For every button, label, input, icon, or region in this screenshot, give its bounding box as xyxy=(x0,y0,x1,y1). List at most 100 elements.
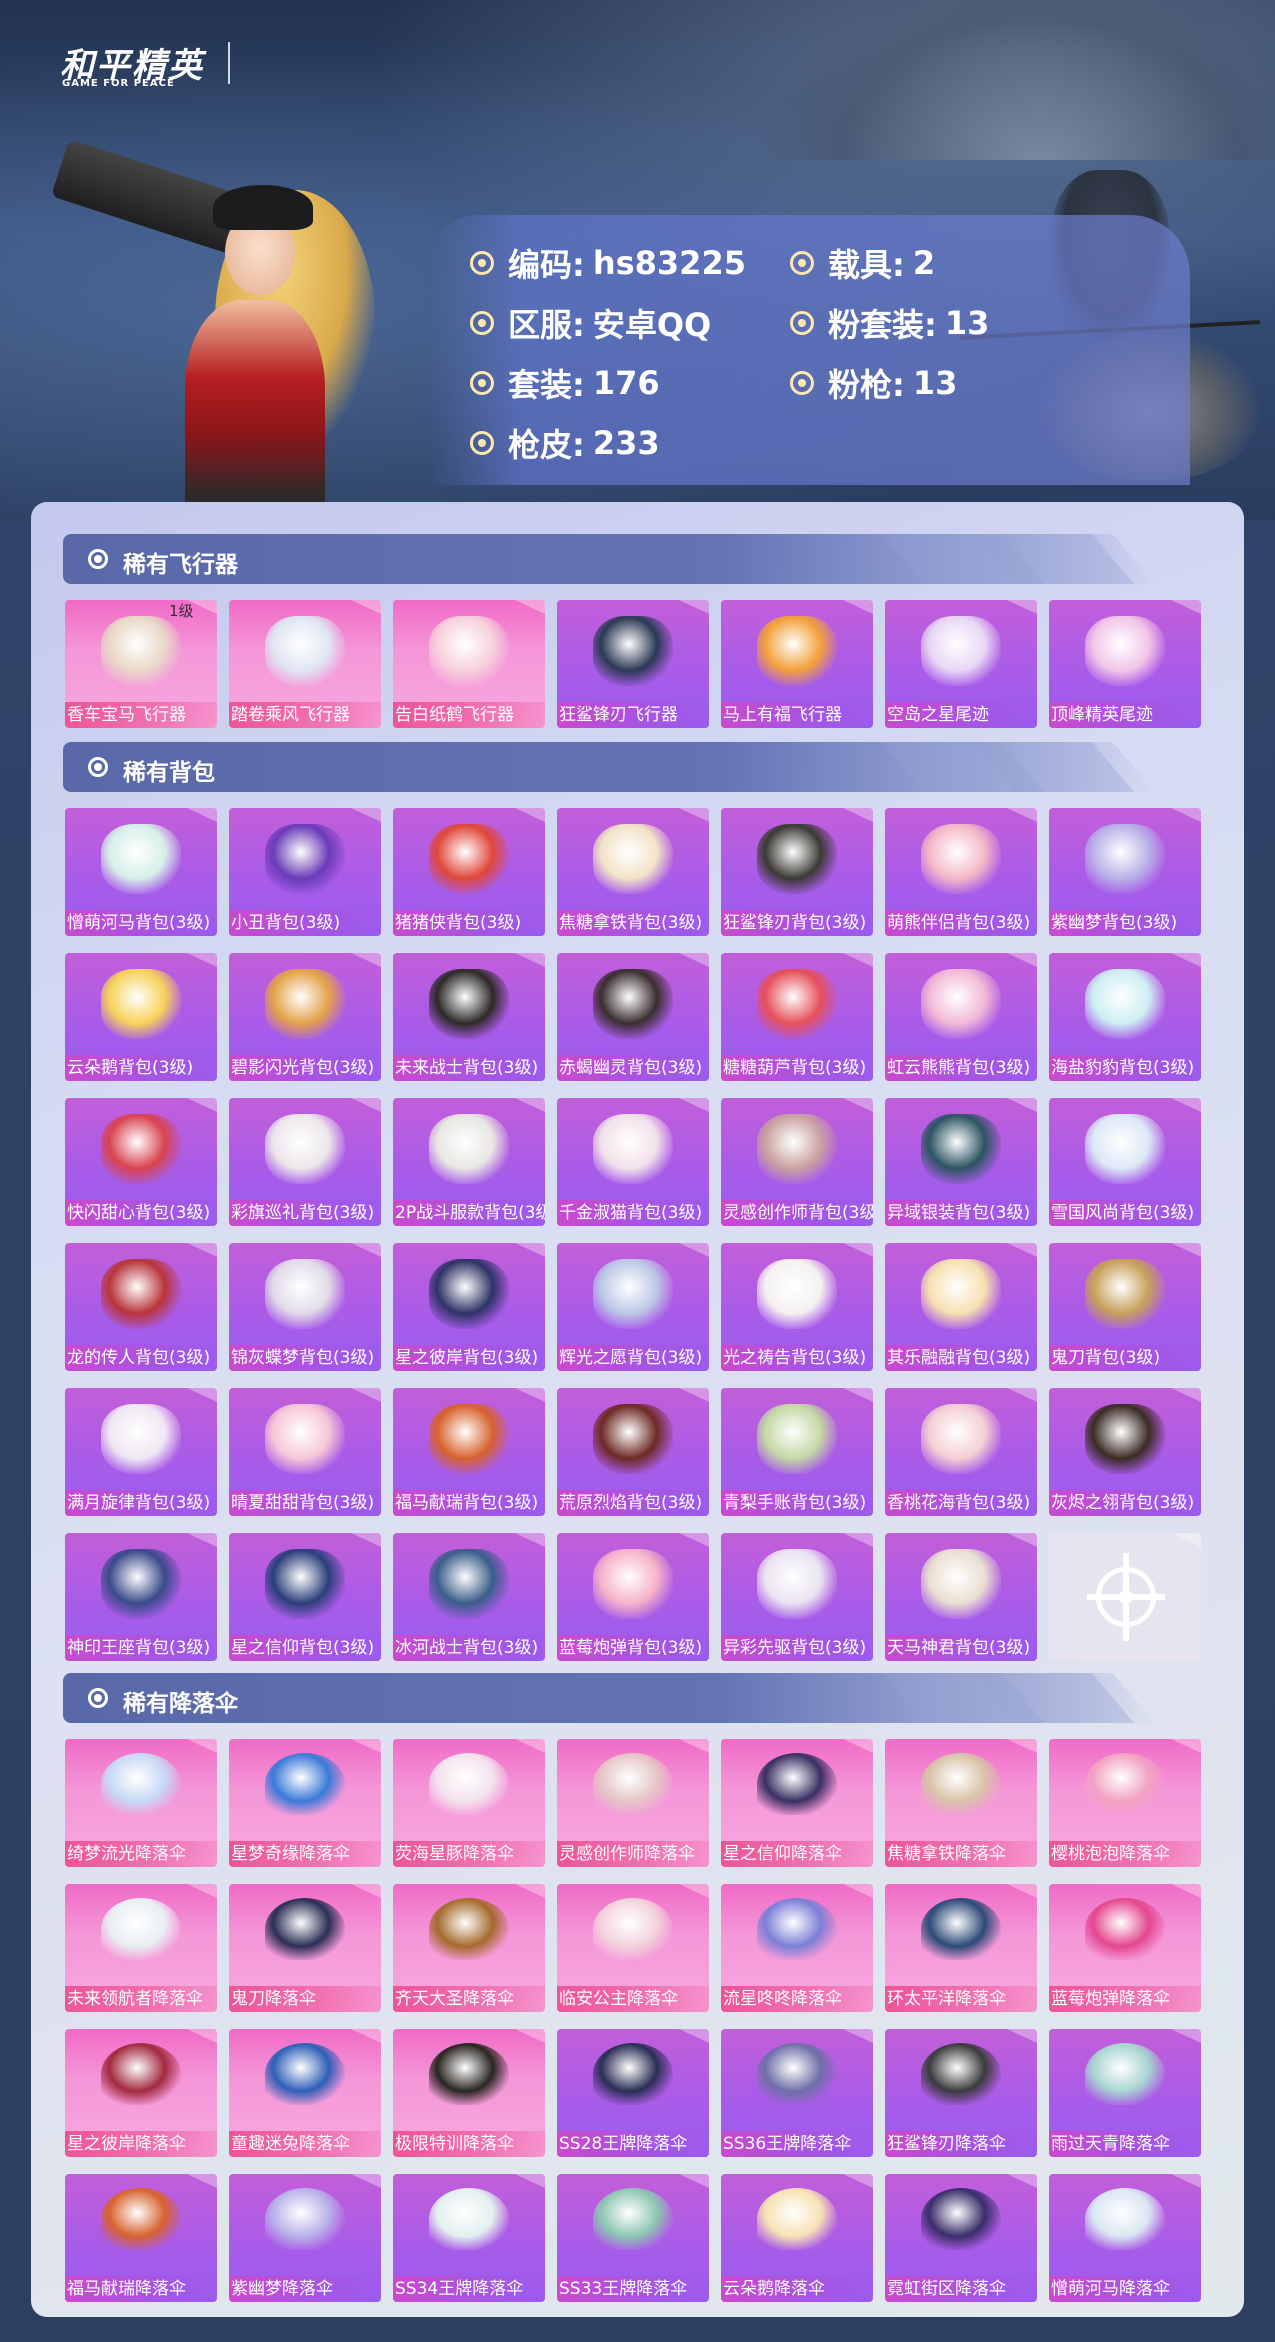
parachute-item-name: 云朵鹅降落伞 xyxy=(721,2276,873,2302)
hero-banner: 和平精英 GAME FOR PEACE 编码: hs83225 区服: 安卓QQ… xyxy=(0,0,1275,520)
parachute-item-card[interactable]: SS28王牌降落伞 xyxy=(557,2029,709,2157)
backpack-item-card[interactable]: 其乐融融背包(3级) xyxy=(885,1243,1037,1371)
backpack-item-card[interactable]: 星之彼岸背包(3级) xyxy=(393,1243,545,1371)
backpack-item-card[interactable]: 未来战士背包(3级) xyxy=(393,953,545,1081)
info-gun-skins: 枪皮: 233 xyxy=(470,420,660,466)
backpack-item-card[interactable]: 辉光之愿背包(3级) xyxy=(557,1243,709,1371)
parachute-item-card[interactable]: 环太平洋降落伞 xyxy=(885,1884,1037,2012)
backpack-item-card[interactable]: 天马神君背包(3级) xyxy=(885,1533,1037,1661)
parachute-item-card[interactable]: 星之彼岸降落伞 xyxy=(65,2029,217,2157)
backpack-item-card[interactable]: 萌熊伴侣背包(3级) xyxy=(885,808,1037,936)
parachute-item-card[interactable]: 霓虹街区降落伞 xyxy=(885,2174,1037,2302)
parachute-item-card[interactable]: 憎萌河马降落伞 xyxy=(1049,2174,1201,2302)
backpack-item-image xyxy=(593,969,673,1039)
backpack-item-card[interactable]: 香桃花海背包(3级) xyxy=(885,1388,1037,1516)
backpack-item-card[interactable]: 鬼刀背包(3级) xyxy=(1049,1243,1201,1371)
aircraft-item-card[interactable]: 顶峰精英尾迹 xyxy=(1049,600,1201,728)
backpack-item-card[interactable]: 小丑背包(3级) xyxy=(229,808,381,936)
backpack-item-card[interactable]: 满月旋律背包(3级) xyxy=(65,1388,217,1516)
backpack-item-card[interactable]: 荒原烈焰背包(3级) xyxy=(557,1388,709,1516)
aircraft-item-card[interactable]: 狂鲨锋刃飞行器 xyxy=(557,600,709,728)
backpack-item-card[interactable]: 异彩先驱背包(3级) xyxy=(721,1533,873,1661)
backpack-item-card[interactable]: 虹云熊熊背包(3级) xyxy=(885,953,1037,1081)
backpack-item-card[interactable]: 青梨手账背包(3级) xyxy=(721,1388,873,1516)
backpack-item-card[interactable]: 灵感创作师背包(3级) xyxy=(721,1098,873,1226)
backpack-item-card[interactable]: 福马献瑞背包(3级) xyxy=(393,1388,545,1516)
backpack-item-image xyxy=(921,1404,1001,1474)
backpack-item-card[interactable]: 锦灰蝶梦背包(3级) xyxy=(229,1243,381,1371)
backpack-item-card[interactable]: 糖糖葫芦背包(3级) xyxy=(721,953,873,1081)
parachute-item-card[interactable]: 星之信仰降落伞 xyxy=(721,1739,873,1867)
parachute-item-card[interactable]: 童趣迷兔降落伞 xyxy=(229,2029,381,2157)
parachute-item-name: 临安公主降落伞 xyxy=(557,1986,709,2012)
backpack-item-card[interactable]: 灰烬之翎背包(3级) xyxy=(1049,1388,1201,1516)
info-label: 套装: xyxy=(508,366,585,404)
parachute-item-card[interactable]: 流星咚咚降落伞 xyxy=(721,1884,873,2012)
backpack-item-card[interactable]: 快闪甜心背包(3级) xyxy=(65,1098,217,1226)
backpack-item-card[interactable]: 海盐豹豹背包(3级) xyxy=(1049,953,1201,1081)
parachute-item-card[interactable]: 云朵鹅降落伞 xyxy=(721,2174,873,2302)
info-label: 载具: xyxy=(828,246,905,284)
backpack-item-card[interactable]: 焦糖拿铁背包(3级) xyxy=(557,808,709,936)
backpack-item-card[interactable]: 紫幽梦背包(3级) xyxy=(1049,808,1201,936)
parachute-item-card[interactable]: 樱桃泡泡降落伞 xyxy=(1049,1739,1201,1867)
aircraft-item-card[interactable]: 1级 香车宝马飞行器 xyxy=(65,600,217,728)
backpack-item-card[interactable]: 2P战斗服款背包(3级) xyxy=(393,1098,545,1226)
parachute-item-card[interactable]: 星梦奇缘降落伞 xyxy=(229,1739,381,1867)
backpack-item-card[interactable]: 蓝莓炮弹背包(3级) xyxy=(557,1533,709,1661)
parachute-item-card[interactable]: 焦糖拿铁降落伞 xyxy=(885,1739,1037,1867)
backpack-item-image xyxy=(265,1259,345,1329)
parachute-item-card[interactable]: 鬼刀降落伞 xyxy=(229,1884,381,2012)
backpack-item-card[interactable]: 猪猪侠背包(3级) xyxy=(393,808,545,936)
backpack-item-image xyxy=(429,824,509,894)
backpack-item-card[interactable]: 憎萌河马背包(3级) xyxy=(65,808,217,936)
backpack-item-card[interactable]: 碧影闪光背包(3级) xyxy=(229,953,381,1081)
backpack-item-card[interactable]: 异域银装背包(3级) xyxy=(885,1098,1037,1226)
aircraft-item-card[interactable]: 告白纸鹤飞行器 xyxy=(393,600,545,728)
parachute-item-card[interactable]: SS33王牌降落伞 xyxy=(557,2174,709,2302)
backpack-item-name: 猪猪侠背包(3级) xyxy=(393,910,545,936)
aircraft-item-card[interactable]: 马上有福飞行器 xyxy=(721,600,873,728)
parachute-item-card[interactable]: 临安公主降落伞 xyxy=(557,1884,709,2012)
parachute-item-card[interactable]: 齐天大圣降落伞 xyxy=(393,1884,545,2012)
aircraft-item-name: 告白纸鹤飞行器 xyxy=(393,702,545,728)
backpack-item-name: 荒原烈焰背包(3级) xyxy=(557,1490,709,1516)
parachute-item-card[interactable]: 福马献瑞降落伞 xyxy=(65,2174,217,2302)
aircraft-item-card[interactable]: 踏卷乘风飞行器 xyxy=(229,600,381,728)
parachute-item-card[interactable]: 雨过天青降落伞 xyxy=(1049,2029,1201,2157)
aircraft-item-name: 香车宝马飞行器 xyxy=(65,702,217,728)
parachute-item-image xyxy=(757,1898,837,1960)
parachute-item-card[interactable]: 狂鲨锋刃降落伞 xyxy=(885,2029,1037,2157)
backpack-item-card[interactable]: 雪国风尚背包(3级) xyxy=(1049,1098,1201,1226)
parachute-item-card[interactable]: 灵感创作师降落伞 xyxy=(557,1739,709,1867)
parachute-item-card[interactable]: 蓝莓炮弹降落伞 xyxy=(1049,1884,1201,2012)
backpack-item-image xyxy=(265,1404,345,1474)
parachute-item-card[interactable]: 极限特训降落伞 xyxy=(393,2029,545,2157)
parachute-item-card[interactable]: 未来领航者降落伞 xyxy=(65,1884,217,2012)
parachute-item-card[interactable]: 紫幽梦降落伞 xyxy=(229,2174,381,2302)
parachute-item-card[interactable]: 绮梦流光降落伞 xyxy=(65,1739,217,1867)
backpack-item-card[interactable]: 星之信仰背包(3级) xyxy=(229,1533,381,1661)
backpack-item-card[interactable]: 冰河战士背包(3级) xyxy=(393,1533,545,1661)
backpack-item-card[interactable]: 神印王座背包(3级) xyxy=(65,1533,217,1661)
parachute-item-card[interactable]: SS36王牌降落伞 xyxy=(721,2029,873,2157)
backpack-item-card[interactable]: 赤蝎幽灵背包(3级) xyxy=(557,953,709,1081)
backpack-item-card[interactable]: 晴夏甜甜背包(3级) xyxy=(229,1388,381,1516)
info-value: 233 xyxy=(592,424,660,462)
backpack-item-card[interactable]: 云朵鹅背包(3级) xyxy=(65,953,217,1081)
target-icon xyxy=(470,251,494,275)
backpack-item-card[interactable]: 光之祷告背包(3级) xyxy=(721,1243,873,1371)
backpack-item-card[interactable]: 千金淑猫背包(3级) xyxy=(557,1098,709,1226)
backpack-item-image xyxy=(921,824,1001,894)
info-value: 13 xyxy=(944,304,990,342)
parachute-item-card[interactable]: 荧海星豚降落伞 xyxy=(393,1739,545,1867)
backpack-item-card[interactable]: 彩旗巡礼背包(3级) xyxy=(229,1098,381,1226)
backpack-item-image xyxy=(429,1549,509,1619)
info-value: 安卓QQ xyxy=(592,306,712,344)
backpack-item-image xyxy=(757,1549,837,1619)
backpack-item-card[interactable]: 龙的传人背包(3级) xyxy=(65,1243,217,1371)
aircraft-item-card[interactable]: 空岛之星尾迹 xyxy=(885,600,1037,728)
backpack-item-image xyxy=(1085,1114,1165,1184)
parachute-item-card[interactable]: SS34王牌降落伞 xyxy=(393,2174,545,2302)
backpack-item-card[interactable]: 狂鲨锋刃背包(3级) xyxy=(721,808,873,936)
